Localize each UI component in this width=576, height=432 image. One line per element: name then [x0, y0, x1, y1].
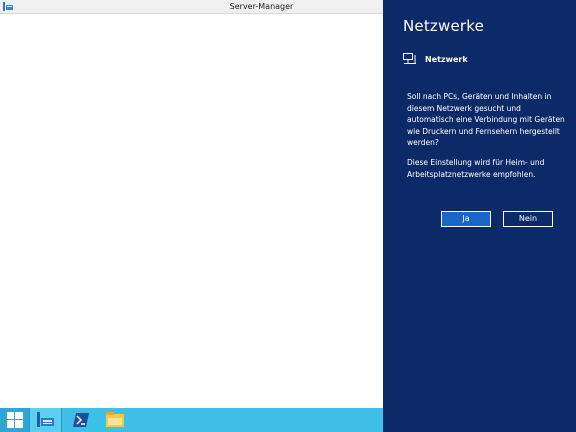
taskbar-powershell[interactable] — [68, 408, 94, 432]
network-entry: Netzwerk — [403, 52, 468, 66]
windows-start-icon — [6, 412, 23, 428]
taskbar-server-manager[interactable] — [29, 408, 62, 432]
taskbar — [0, 408, 383, 432]
file-explorer-icon — [106, 412, 124, 427]
powershell-icon — [73, 413, 89, 427]
discovery-question: Soll nach PCs, Geräten und Inhalten in d… — [407, 92, 565, 147]
network-name: Netzwerk — [425, 54, 468, 64]
server-manager-icon — [36, 412, 54, 427]
recommendation-text: Diese Einstellung wird für Heim- und Arb… — [407, 158, 545, 179]
yes-button[interactable]: Ja — [441, 211, 491, 227]
network-panel: Netzwerke Netzwerk Soll nach PCs, Geräte… — [383, 0, 576, 432]
panel-title: Netzwerke — [403, 17, 485, 35]
server-manager-window[interactable]: Server-Manager — [0, 0, 383, 408]
no-button[interactable]: Nein — [503, 211, 553, 227]
window-title: Server-Manager — [229, 2, 294, 11]
start-button[interactable] — [0, 408, 29, 432]
network-icon — [403, 52, 416, 64]
title-bar[interactable]: Server-Manager — [0, 0, 383, 14]
taskbar-file-explorer[interactable] — [101, 408, 129, 432]
